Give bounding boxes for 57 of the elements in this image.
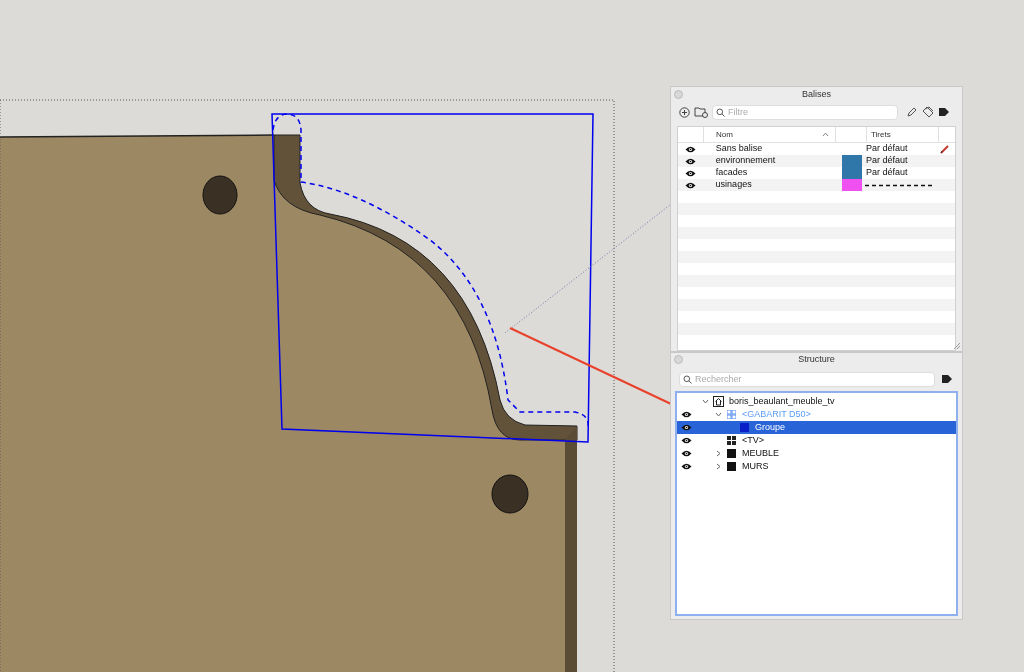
dash-style[interactable]: Par défaut [866,166,908,180]
chevron-right-icon[interactable] [715,463,721,470]
tree-label: <TV> [742,433,764,447]
pencil-icon[interactable] [906,106,918,118]
tag-name: facades [714,166,749,180]
column-header[interactable]: Tirets [867,127,939,142]
chevron-down-icon[interactable] [714,412,722,417]
search-field[interactable]: Rechercher [679,371,935,387]
panel-title: Structure [798,352,835,366]
eye-icon[interactable] [680,450,692,457]
export-icon[interactable] [938,106,950,118]
eye-icon[interactable] [680,463,692,470]
header-cell[interactable] [835,127,867,142]
column-header[interactable]: Nom [704,128,822,141]
eye-icon[interactable] [685,157,697,165]
search-icon [716,107,725,117]
resize-grip-icon[interactable] [953,342,960,349]
tag-name: usinages [714,178,753,192]
eye-icon[interactable] [685,145,697,153]
house-icon [713,396,724,407]
drill-hole-drawing [491,474,529,514]
dash-style[interactable]: Par défaut [866,154,908,168]
dash-style[interactable]: Par défaut [866,142,908,156]
color-swatch[interactable] [841,179,862,191]
component-icon [727,410,736,419]
component-icon [727,436,736,445]
eye-icon[interactable] [680,424,692,431]
chevron-down-icon[interactable] [701,399,709,404]
tag-name: Sans balise [714,142,764,156]
group-icon [740,423,749,432]
sort-caret-icon[interactable] [822,132,829,137]
tree-label: MEUBLE [742,446,779,460]
tree-label: Groupe [755,420,786,434]
eye-icon[interactable] [680,437,692,444]
chevron-right-icon[interactable] [715,450,721,457]
tags-icon[interactable] [922,106,934,118]
panel-title: Balises [802,87,831,101]
tree-item[interactable]: boris_beaulant_meuble_tv [677,395,956,408]
tag-name: environnement [714,154,777,168]
search-field[interactable]: Filtre [712,104,898,120]
eye-icon[interactable] [685,169,697,177]
tree-label: <GABARIT D50> [742,407,811,421]
tree-label: MURS [742,459,769,473]
tree-item[interactable]: MEUBLE [677,447,956,460]
eye-icon[interactable] [685,181,697,189]
folder-add-icon[interactable] [694,106,708,118]
tree-item[interactable]: Groupe [677,421,956,434]
tree-item[interactable]: MURS [677,460,956,473]
tree-item[interactable]: <TV> [677,434,956,447]
color-swatch[interactable] [842,167,863,179]
eye-icon[interactable] [680,411,692,418]
search-icon [683,374,692,384]
add-icon[interactable] [679,106,690,118]
drill-hole-drawing [202,175,238,215]
export-icon[interactable] [941,373,953,385]
color-swatch[interactable] [842,155,863,167]
tree-label: boris_beaulant_meuble_tv [729,394,835,408]
